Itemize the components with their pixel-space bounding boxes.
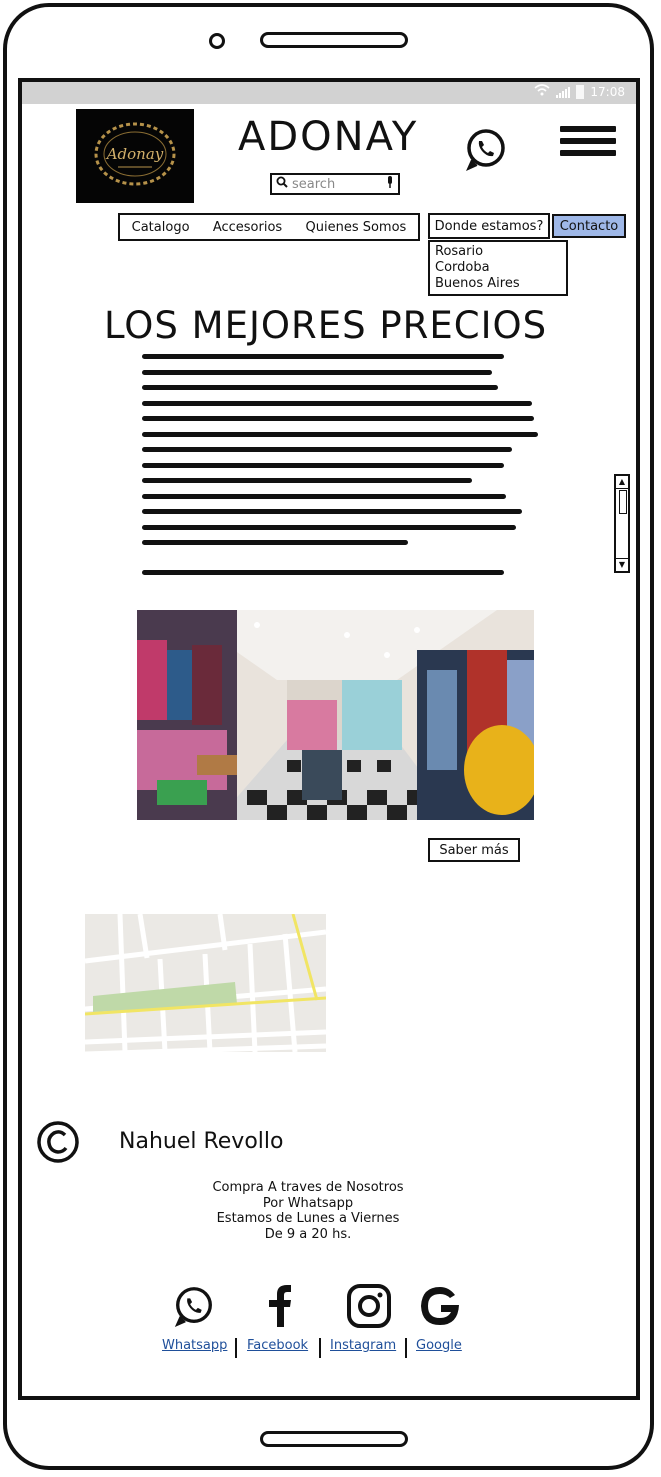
copyright-icon	[36, 1121, 80, 1163]
status-icons: 17:08	[534, 84, 625, 99]
scroll-thumb[interactable]	[619, 490, 627, 514]
footer-author: Nahuel Revollo	[119, 1129, 284, 1154]
footer-note: Compra A traves de Nosotros Por Whatsapp…	[198, 1180, 418, 1242]
nav-item-catalogo[interactable]: Catalogo	[132, 220, 190, 235]
search-icon	[276, 176, 288, 192]
link-google[interactable]: Google	[416, 1338, 462, 1353]
link-facebook[interactable]: Facebook	[247, 1338, 308, 1353]
scroll-up-arrow-icon[interactable]: ▲	[616, 476, 628, 489]
microphone-icon[interactable]	[386, 176, 394, 192]
dropdown-list: Rosario Cordoba Buenos Aires	[428, 240, 568, 296]
note-line: Compra A traves de Nosotros	[212, 1180, 404, 1195]
divider	[405, 1338, 407, 1358]
hamburger-menu-icon[interactable]	[560, 126, 616, 168]
nav-item-accesorios[interactable]: Accesorios	[213, 220, 282, 235]
nav-bar: Catalogo Accesorios Quienes Somos	[118, 213, 420, 241]
placeholder-text-block	[142, 354, 538, 585]
store-photo	[137, 610, 534, 820]
link-instagram[interactable]: Instagram	[330, 1338, 396, 1353]
status-time: 17:08	[590, 84, 625, 99]
link-whatsapp[interactable]: Whatsapp	[162, 1338, 227, 1353]
dropdown-option-cordoba[interactable]: Cordoba	[435, 260, 561, 276]
note-line: Estamos de Lunes a Viernes	[216, 1211, 400, 1226]
scrollbar[interactable]: ▲ ▼	[614, 474, 630, 573]
page-headline: LOS MEJORES PRECIOS	[104, 304, 548, 347]
wifi-icon	[534, 84, 550, 99]
nav-item-contacto[interactable]: Contacto	[552, 214, 626, 238]
search-bar[interactable]: search	[270, 173, 400, 195]
dropdown-option-buenos-aires[interactable]: Buenos Aires	[435, 276, 561, 292]
search-input[interactable]: search	[292, 177, 382, 192]
logo[interactable]: Adonay	[76, 109, 194, 203]
front-camera	[209, 33, 225, 49]
whatsapp-icon[interactable]	[462, 127, 510, 171]
note-line: De 9 a 20 hs.	[264, 1226, 352, 1242]
scroll-down-arrow-icon[interactable]: ▼	[616, 558, 628, 571]
logo-text: Adonay	[105, 145, 164, 163]
saber-mas-button[interactable]: Saber más	[428, 838, 520, 862]
instagram-icon[interactable]	[346, 1283, 392, 1329]
divider	[319, 1338, 321, 1358]
facebook-icon[interactable]	[257, 1283, 303, 1329]
earpiece-speaker	[260, 32, 408, 48]
home-button[interactable]	[260, 1431, 408, 1447]
signal-icon	[556, 86, 571, 98]
google-icon[interactable]	[417, 1283, 463, 1329]
nav-dropdown-donde-estamos[interactable]: Donde estamos?	[428, 213, 550, 239]
divider	[235, 1338, 237, 1358]
map[interactable]	[85, 914, 326, 1052]
note-line: Por Whatsapp	[262, 1195, 354, 1211]
brand-title: ADONAY	[238, 114, 419, 160]
whatsapp-footer-icon[interactable]	[171, 1283, 217, 1329]
nav-item-quienes-somos[interactable]: Quienes Somos	[306, 220, 407, 235]
battery-icon	[576, 84, 585, 99]
dropdown-option-rosario[interactable]: Rosario	[435, 244, 561, 260]
